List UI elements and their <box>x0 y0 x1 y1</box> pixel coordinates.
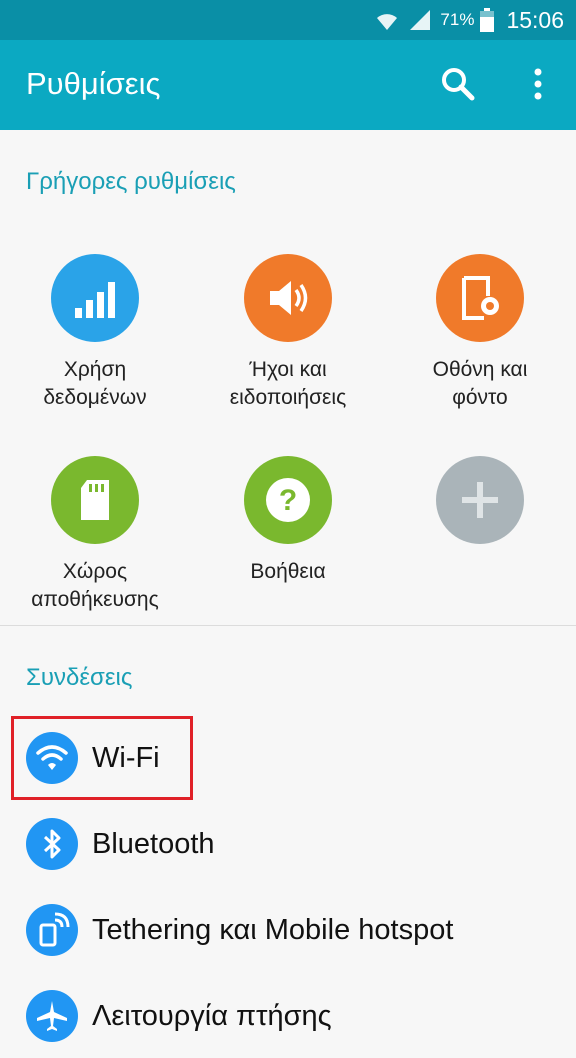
list-item-tethering[interactable]: Tethering και Mobile hotspot <box>0 888 576 972</box>
quick-item-display[interactable]: Οθόνη και φόντο <box>385 254 575 412</box>
cell-signal-icon <box>410 10 431 30</box>
sd-card-icon <box>51 456 139 544</box>
display-icon <box>436 254 524 342</box>
quick-item-storage[interactable]: Χώρος αποθήκευσης <box>0 456 190 614</box>
search-button[interactable] <box>440 66 480 106</box>
list-item-airplane[interactable]: Λειτουργία πτήσης <box>0 974 576 1058</box>
quick-item-label: αποθήκευσης <box>31 588 159 611</box>
status-bar: 71% 15:06 <box>0 0 576 40</box>
highlight-box <box>11 716 193 800</box>
airplane-icon <box>26 990 78 1042</box>
airplane-label: Λειτουργία πτήσης <box>92 1000 332 1032</box>
quick-item-label: φόντο <box>452 386 508 409</box>
quick-item-label: Οθόνη και <box>432 358 528 381</box>
help-icon: ? <box>244 456 332 544</box>
quick-settings-header: Γρήγορες ρυθμίσεις <box>26 168 236 195</box>
list-item-bluetooth[interactable]: Bluetooth <box>0 802 576 886</box>
quick-item-label: Χρήση <box>63 358 127 381</box>
quick-item-label: ειδοποιήσεις <box>229 386 347 409</box>
clock: 15:06 <box>506 6 564 33</box>
battery-percent: 71% <box>440 10 475 29</box>
wifi-signal-icon <box>377 14 398 30</box>
quick-item-help[interactable]: ? Βοήθεια <box>193 456 383 586</box>
search-icon <box>442 68 475 101</box>
quick-item-data-usage[interactable]: Χρήση δεδομένων <box>0 254 190 412</box>
add-icon <box>436 456 524 544</box>
bluetooth-icon <box>26 818 78 870</box>
quick-item-add[interactable] <box>385 456 575 544</box>
volume-icon <box>244 254 332 342</box>
page-title: Ρυθμίσεις <box>26 66 161 101</box>
app-bar: Ρυθμίσεις <box>0 40 576 130</box>
bluetooth-label: Bluetooth <box>92 828 215 860</box>
data-usage-icon <box>51 254 139 342</box>
more-vert-icon <box>534 68 542 100</box>
more-options-button[interactable] <box>520 66 556 106</box>
hotspot-icon <box>26 904 78 956</box>
connections-header: Συνδέσεις <box>26 664 133 691</box>
battery-icon <box>480 8 495 32</box>
svg-text:?: ? <box>279 484 297 517</box>
quick-item-label: Ήχοι και <box>249 358 327 381</box>
section-divider <box>0 625 576 626</box>
quick-item-label: δεδομένων <box>43 386 147 409</box>
quick-item-sounds[interactable]: Ήχοι και ειδοποιήσεις <box>193 254 383 412</box>
quick-item-label: Βοήθεια <box>250 560 326 583</box>
quick-item-label: Χώρος <box>62 560 128 583</box>
tethering-label: Tethering και Mobile hotspot <box>92 914 454 946</box>
